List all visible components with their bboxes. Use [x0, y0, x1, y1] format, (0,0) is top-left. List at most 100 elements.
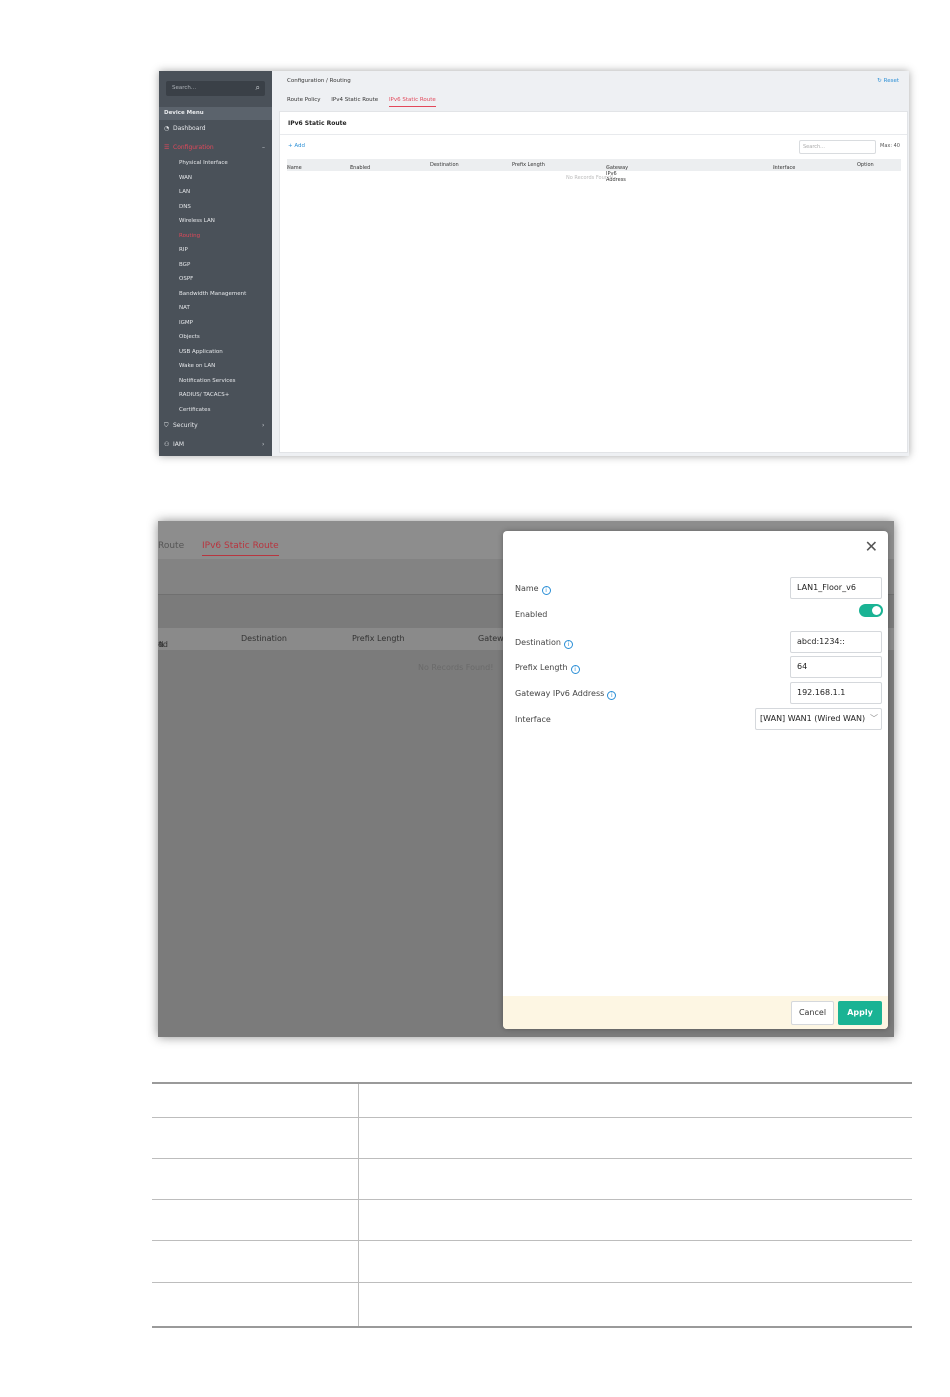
tab-ipv6-static-route[interactable]: IPv6 Static Route — [388, 97, 436, 107]
sidebar-item-iam[interactable]: ⚇ IAM › — [164, 441, 264, 448]
table-row-divider — [152, 1282, 912, 1283]
reset-button[interactable]: ↻ Reset — [877, 78, 899, 84]
search-icon[interactable]: ⌕ — [256, 83, 260, 93]
table-top-border — [152, 1082, 912, 1084]
info-icon[interactable]: i — [563, 640, 573, 649]
field-label-text: Name — [515, 584, 539, 593]
sidebar-item-certificates[interactable]: Certificates — [179, 407, 210, 413]
destination-label: Destination i — [515, 638, 573, 649]
sidebar-item-dashboard[interactable]: ◔ Dashboard — [164, 125, 206, 132]
prefix-length-label: Prefix Length i — [515, 663, 580, 674]
collapse-icon: – — [262, 144, 265, 151]
sidebar-item-wan[interactable]: WAN — [179, 175, 192, 181]
chevron-down-icon: ﹀ — [870, 714, 878, 723]
interface-value: [WAN] WAN1 (Wired WAN) — [760, 714, 866, 723]
sidebar: Search... ⌕ Device Menu ◔ Dashboard ☰ Conf… — [159, 71, 272, 456]
destination-field[interactable]: abcd:1234:: — [790, 631, 882, 653]
interface-select[interactable]: [WAN] WAN1 (Wired WAN) ﹀ — [755, 708, 882, 730]
column-header-destination: Destination — [430, 162, 459, 168]
max-count-label: Max: 40 — [880, 143, 900, 149]
name-label: Name i — [515, 584, 551, 595]
field-label-text: Gateway IPv6 Address — [515, 689, 605, 698]
sort-icon: ⇅ — [158, 640, 165, 649]
table-row-divider — [152, 1199, 912, 1200]
info-icon[interactable]: i — [570, 665, 580, 674]
apply-button[interactable]: Apply — [838, 1001, 882, 1025]
users-icon: ⚇ — [164, 441, 170, 448]
tab-ipv4-static-route[interactable]: IPv4 Static Route — [331, 97, 378, 103]
sidebar-item-lan[interactable]: LAN — [179, 189, 190, 195]
sidebar-item-dns[interactable]: DNS — [179, 204, 191, 210]
cancel-button[interactable]: Cancel — [791, 1001, 834, 1025]
enabled-label: Enabled — [515, 610, 548, 619]
sidebar-item-radius-tacacs[interactable]: RADIUS/ TACACS+ — [179, 392, 229, 398]
table-search-input[interactable]: Search... — [799, 140, 876, 154]
breadcrumb: Configuration / Routing — [287, 78, 351, 84]
background-column-destination: Destination — [241, 634, 287, 643]
interface-label: Interface — [515, 715, 551, 724]
sort-icon: ⇅ — [606, 165, 611, 171]
routing-screenshot: Search... ⌕ Device Menu ◔ Dashboard ☰ Conf… — [159, 71, 909, 456]
sidebar-item-security[interactable]: ⛉ Security › — [164, 422, 264, 430]
card-title: IPv6 Static Route — [288, 120, 347, 127]
background-column-gateway: Gatew — [478, 634, 504, 643]
add-route-screenshot: Route IPv6 Static Route ed ⇅ Destination… — [158, 521, 894, 1037]
sidebar-item-label: Dashboard — [173, 125, 206, 132]
close-icon[interactable]: ✕ — [865, 539, 878, 555]
sort-icon: ⇅ — [773, 165, 778, 171]
gateway-label: Gateway IPv6 Address i — [515, 689, 617, 700]
ipv6-route-card: IPv6 Static Route + Add Search... Max: 4… — [279, 111, 908, 453]
parameter-table — [152, 1082, 912, 1328]
sidebar-item-label: IAM — [173, 441, 185, 448]
sidebar-item-ospf[interactable]: OSPF — [179, 276, 193, 282]
table-row-divider — [152, 1240, 912, 1241]
info-icon[interactable]: i — [541, 586, 551, 595]
gateway-field[interactable]: 192.168.1.1 — [790, 682, 882, 704]
sidebar-item-nat[interactable]: NAT — [179, 305, 190, 311]
info-icon[interactable]: i — [607, 691, 617, 700]
reset-label: Reset — [883, 78, 899, 84]
panel-footer: Cancel Apply — [503, 996, 888, 1029]
column-header-prefix-length: Prefix Length — [512, 162, 545, 168]
sidebar-search-placeholder: Search... — [172, 85, 197, 91]
sidebar-item-igmp[interactable]: IGMP — [179, 320, 193, 326]
sidebar-item-wireless-lan[interactable]: Wireless LAN — [179, 218, 215, 224]
sidebar-item-wake-on-lan[interactable]: Wake on LAN — [179, 363, 215, 369]
enabled-toggle[interactable] — [859, 604, 883, 617]
sidebar-item-configuration[interactable]: ☰ Configuration – — [164, 144, 265, 151]
prefix-length-field[interactable]: 64 — [790, 656, 882, 678]
sidebar-item-rip[interactable]: RIP — [179, 247, 188, 253]
dashboard-icon: ◔ — [164, 125, 170, 132]
table-row-divider — [152, 1117, 912, 1118]
add-button[interactable]: + Add — [288, 143, 305, 149]
name-field[interactable]: LAN1_Floor_v6 — [790, 577, 882, 599]
sort-icon: ⇅ — [287, 165, 292, 171]
sliders-icon: ☰ — [164, 144, 170, 151]
sidebar-item-physical-interface[interactable]: Physical Interface — [179, 160, 228, 166]
divider — [280, 134, 907, 135]
sidebar-item-usb-application[interactable]: USB Application — [179, 349, 223, 355]
routing-tabs: Route Policy IPv4 Static Route IPv6 Stat… — [287, 97, 445, 107]
shield-icon: ⛉ — [164, 422, 169, 429]
sidebar-search-input[interactable]: Search... ⌕ — [166, 81, 265, 96]
field-label-text: Prefix Length — [515, 663, 568, 672]
background-tab-ipv6: IPv6 Static Route — [202, 541, 279, 556]
background-tab-ipv4: Route — [158, 541, 185, 551]
table-header: Name ⇅ Enabled ⇅ Destination Prefix Leng… — [287, 159, 901, 183]
sidebar-item-routing[interactable]: Routing — [179, 233, 200, 239]
tab-route-policy[interactable]: Route Policy — [287, 97, 321, 103]
sort-icon: ⇅ — [350, 165, 355, 171]
sidebar-item-notification-services[interactable]: Notification Services — [179, 378, 236, 384]
background-column-prefix-length: Prefix Length — [352, 634, 405, 643]
table-column-divider — [358, 1084, 359, 1326]
sidebar-item-bandwidth-management[interactable]: Bandwidth Management — [179, 291, 246, 297]
add-route-panel: ✕ Name i LAN1_Floor_v6 Enabled Destinatio… — [503, 531, 888, 1029]
background-empty-message: No Records Found! — [418, 663, 494, 672]
empty-state-message: No Records Found! — [566, 175, 614, 181]
field-label-text: Destination — [515, 638, 561, 647]
chevron-right-icon: › — [262, 441, 265, 448]
sidebar-item-label: Configuration — [173, 144, 214, 151]
sidebar-item-bgp[interactable]: BGP — [179, 262, 190, 268]
sidebar-item-objects[interactable]: Objects — [179, 334, 200, 340]
main-content: Configuration / Routing ↻ Reset Route Po… — [272, 71, 909, 456]
